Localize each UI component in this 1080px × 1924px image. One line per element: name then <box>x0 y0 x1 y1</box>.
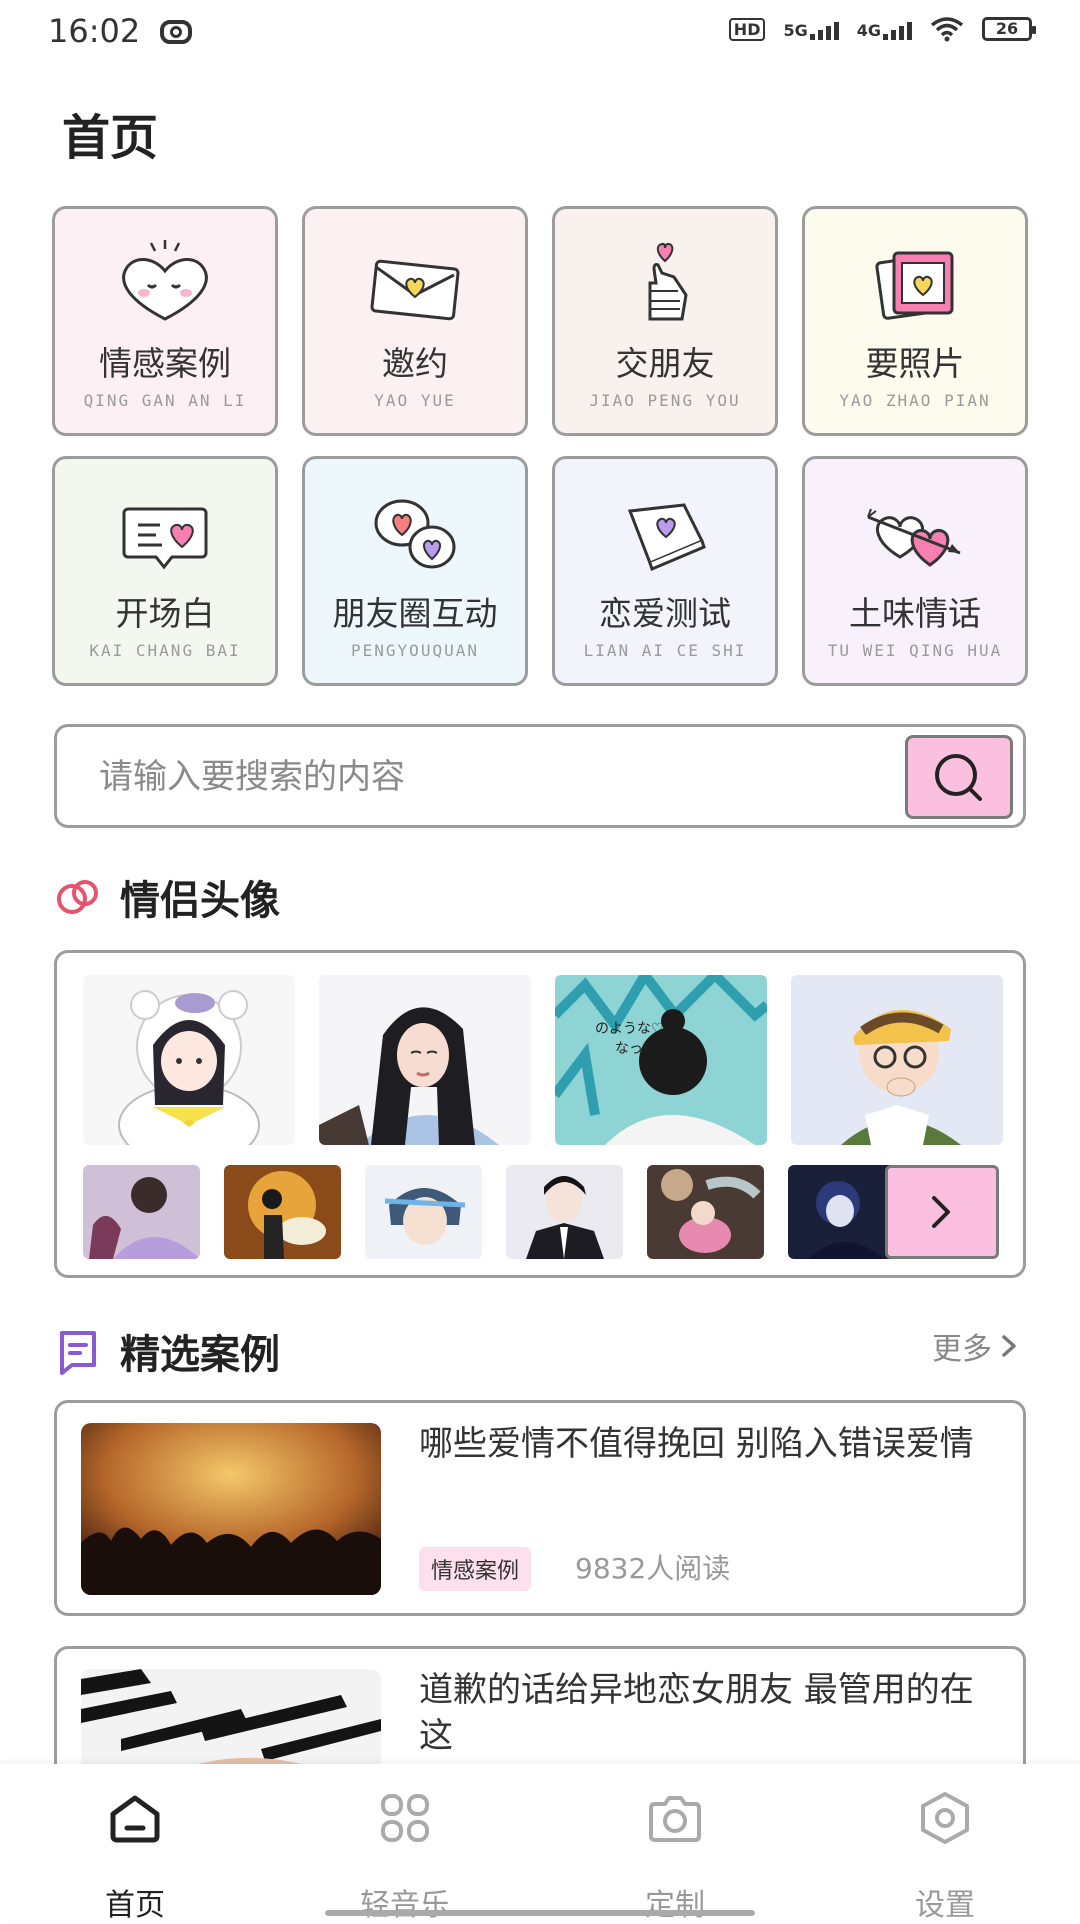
search-icon <box>935 754 982 801</box>
search-button[interactable] <box>905 735 1013 819</box>
avatar-image[interactable]: のような♡ なっ" <box>555 975 767 1145</box>
article-thumbnail <box>81 1423 381 1595</box>
category-label: 朋友圈互动 <box>332 594 498 633</box>
category-make-friends[interactable]: 交朋友 JIAO PENG YOU <box>552 206 778 436</box>
category-cheesy-lines[interactable]: 土味情话 TU WEI QING HUA <box>802 456 1028 686</box>
chevron-right-icon <box>1002 1335 1016 1357</box>
status-bar: 16:02 HD 5G 4G 26 <box>0 0 1080 70</box>
bookmark-icon <box>60 1331 96 1375</box>
avatar-thumb[interactable] <box>83 1165 200 1259</box>
large-avatar-row: のような♡ なっ" <box>83 975 1003 1145</box>
signal-icon <box>883 18 912 40</box>
chevron-right-icon <box>932 1196 950 1228</box>
arrow-hearts-icon <box>867 508 961 567</box>
category-label: 交朋友 <box>615 344 715 383</box>
article-tag: 情感案例 <box>419 1547 532 1591</box>
page-title: 首页 <box>62 110 159 166</box>
article-card[interactable]: 哪些爱情不值得挽回 别陷入错误爱情 情感案例 9832人阅读 <box>54 1400 1026 1616</box>
message-heart-icon <box>122 507 208 570</box>
nav-settings[interactable]: 设置 <box>810 1764 1080 1923</box>
category-label: 情感案例 <box>99 344 231 383</box>
article-title: 道歉的话给异地恋女朋友 最管用的在这 <box>419 1670 974 1756</box>
book-heart-icon <box>627 503 706 572</box>
category-grid: 情感案例 QING GAN AN LI 邀约 YAO YUE 交朋友 JIAO … <box>52 206 1028 686</box>
chat-bubbles-icon <box>374 499 456 569</box>
bottom-nav: 首页 轻音乐 定制 设置 <box>0 1764 1080 1923</box>
search-box <box>54 724 1026 828</box>
category-pinyin: YAO ZHAO PIAN <box>839 391 991 410</box>
nav-label: 轻音乐 <box>360 1888 450 1923</box>
category-pinyin: KAI CHANG BAI <box>89 641 241 660</box>
couple-avatars-header: 情侣头像 <box>54 868 280 926</box>
category-opening-line[interactable]: 开场白 KAI CHANG BAI <box>52 456 278 686</box>
category-ask-photo[interactable]: 要照片 YAO ZHAO PIAN <box>802 206 1028 436</box>
category-label: 邀约 <box>382 344 448 383</box>
category-love-test[interactable]: 恋爱测试 LIAN AI CE SHI <box>552 456 778 686</box>
settings-icon <box>921 1792 969 1844</box>
status-time: 16:02 <box>48 12 141 50</box>
avatar-image[interactable] <box>791 975 1003 1145</box>
search-input[interactable] <box>97 747 921 807</box>
category-pinyin: PENGYOUQUAN <box>351 641 479 660</box>
nav-light-music[interactable]: 轻音乐 <box>270 1764 540 1923</box>
category-label: 恋爱测试 <box>599 594 731 633</box>
nav-label: 首页 <box>105 1888 165 1923</box>
svg-text:のような♡: のような♡ <box>595 1021 664 1037</box>
nav-label: 设置 <box>915 1888 975 1923</box>
featured-cases-header: 精选案例 <box>54 1322 280 1380</box>
category-pinyin: JIAO PENG YOU <box>589 391 741 410</box>
photo-icon <box>875 251 954 320</box>
featured-cases-title: 精选案例 <box>120 1332 280 1378</box>
category-label: 土味情话 <box>849 594 981 633</box>
signal-5g: 5G <box>783 18 839 40</box>
category-label: 要照片 <box>865 344 965 383</box>
signal-4g: 4G <box>857 18 912 40</box>
sim-icon <box>160 20 192 44</box>
status-icons: HD 5G 4G 26 <box>728 16 1036 42</box>
article-read-count: 9832人阅读 <box>575 1552 731 1585</box>
avatar-thumb[interactable] <box>647 1165 764 1259</box>
wifi-icon <box>930 17 964 42</box>
category-emotion-cases[interactable]: 情感案例 QING GAN AN LI <box>52 206 278 436</box>
category-pinyin: QING GAN AN LI <box>83 391 247 410</box>
home-icon <box>110 1795 160 1843</box>
nav-home[interactable]: 首页 <box>0 1764 270 1923</box>
category-pinyin: YAO YUE <box>374 391 456 410</box>
more-label: 更多 <box>932 1332 992 1367</box>
nav-custom[interactable]: 定制 <box>540 1764 810 1923</box>
category-moments-interaction[interactable]: 朋友圈互动 PENGYOUQUAN <box>302 456 528 686</box>
avatar-image[interactable] <box>83 975 295 1145</box>
avatar-image[interactable] <box>319 975 531 1145</box>
nav-label: 定制 <box>645 1888 705 1923</box>
svg-text:なっ": なっ" <box>615 1041 649 1057</box>
avatar-thumb[interactable] <box>506 1165 623 1259</box>
couple-avatars-title: 情侣头像 <box>120 878 280 924</box>
avatar-thumb[interactable] <box>365 1165 482 1259</box>
heart-face-icon <box>122 240 208 321</box>
grid-icon <box>381 1794 429 1842</box>
battery-icon: 26 <box>982 17 1036 41</box>
category-invitation[interactable]: 邀约 YAO YUE <box>302 206 528 436</box>
category-pinyin: LIAN AI CE SHI <box>583 641 747 660</box>
couple-avatars-panel: のような♡ なっ" <box>54 950 1026 1278</box>
category-pinyin: TU WEI QING HUA <box>827 641 1003 660</box>
signal-icon <box>809 18 839 40</box>
avatar-thumb[interactable] <box>224 1165 341 1259</box>
article-title: 哪些爱情不值得挽回 别陷入错误爱情 <box>419 1424 974 1464</box>
small-avatar-row <box>83 1165 905 1259</box>
home-indicator <box>325 1910 755 1916</box>
camera-icon <box>649 1796 701 1842</box>
hd-icon: HD <box>728 17 766 41</box>
category-label: 开场白 <box>115 594 215 633</box>
envelope-icon <box>370 259 460 321</box>
finger-heart-icon <box>648 242 688 321</box>
rings-icon <box>57 880 98 914</box>
more-avatars-button[interactable] <box>885 1165 999 1259</box>
more-link[interactable]: 更多 <box>932 1324 1020 1368</box>
